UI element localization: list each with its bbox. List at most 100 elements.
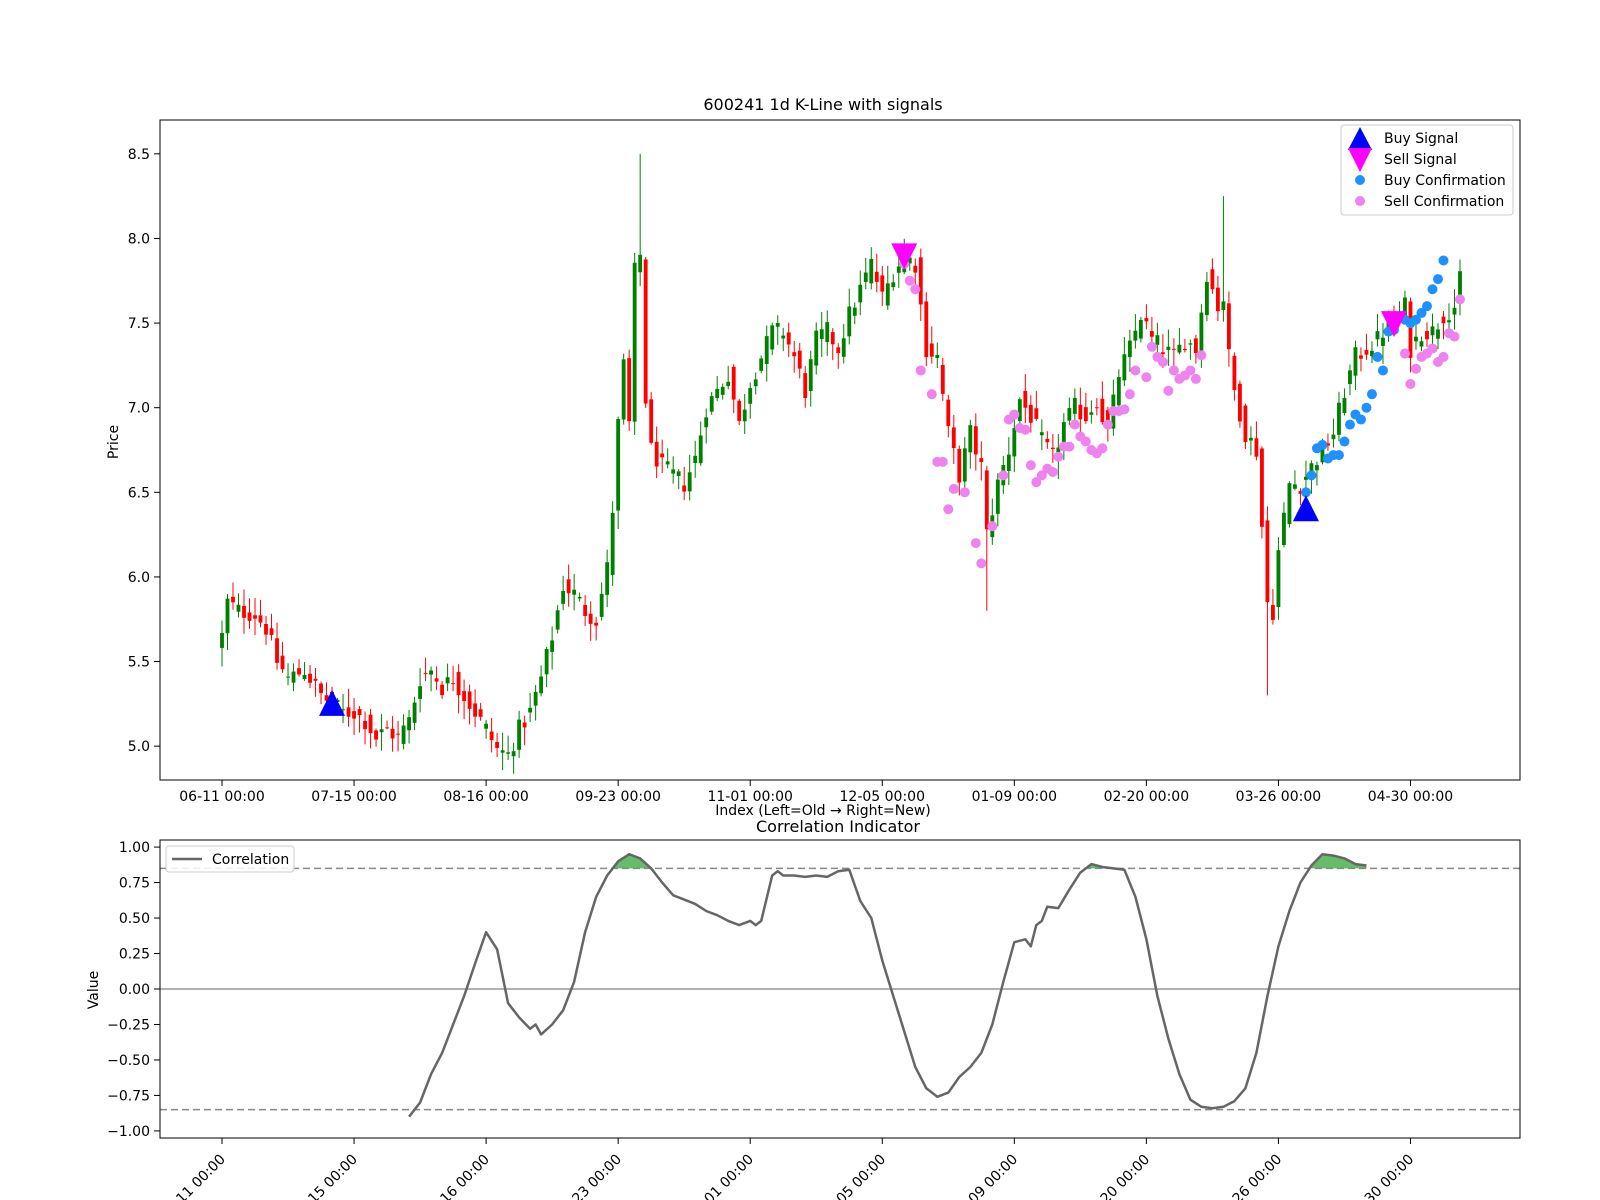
- candle-body: [429, 670, 434, 675]
- candle: [1293, 470, 1297, 491]
- candle-body: [1337, 402, 1341, 435]
- sell-confirmation-point: [1069, 419, 1080, 430]
- candle-body: [1089, 412, 1094, 415]
- candle-body: [456, 671, 461, 696]
- candle-body: [808, 359, 813, 392]
- candle-body: [1045, 438, 1050, 443]
- candle: [660, 439, 665, 474]
- candle-body: [302, 675, 307, 680]
- buy-confirmation-point: [1306, 470, 1317, 481]
- correlation-series: [408, 852, 1367, 1118]
- candle: [682, 466, 687, 501]
- correlation-title: Correlation Indicator: [756, 817, 920, 836]
- candle: [280, 642, 285, 673]
- y-tick-label: 0.50: [119, 911, 150, 927]
- candle: [649, 392, 654, 445]
- candle-body: [1276, 550, 1281, 608]
- candle: [506, 735, 511, 761]
- sell-confirmation-point: [1427, 343, 1438, 354]
- buy-confirmation-point: [1366, 389, 1377, 400]
- candle-body: [418, 686, 423, 699]
- candle: [341, 693, 345, 724]
- candle-body: [451, 683, 456, 685]
- candle: [1226, 291, 1231, 367]
- candle: [1414, 324, 1418, 350]
- candle-body: [1265, 520, 1270, 603]
- candle-body: [594, 622, 599, 626]
- candle: [726, 365, 731, 390]
- candle-body: [599, 593, 604, 617]
- buy-confirmation-point: [1427, 284, 1438, 295]
- legend-label-sell-signal: Sell Signal: [1384, 152, 1457, 168]
- candle-body: [1452, 307, 1457, 315]
- candle-body: [1248, 437, 1253, 441]
- candle: [566, 564, 571, 607]
- sell-confirmation-point: [1047, 467, 1058, 477]
- candle: [924, 292, 929, 367]
- candle-body: [489, 731, 494, 741]
- sell-confirmation-point: [1157, 357, 1168, 367]
- candle: [286, 663, 290, 686]
- candle-body: [1050, 447, 1055, 450]
- candle: [599, 582, 604, 621]
- candle-body: [1023, 390, 1028, 408]
- sell-confirmation-point: [948, 483, 959, 494]
- candle: [594, 616, 599, 641]
- sell-confirmation-point: [1455, 294, 1465, 305]
- buy-confirmation-point: [1317, 439, 1328, 450]
- candle-body: [588, 613, 593, 624]
- candle-body: [522, 722, 527, 728]
- candle: [638, 153, 643, 287]
- candle-body: [286, 676, 290, 678]
- candle-body: [1133, 330, 1138, 341]
- candle: [880, 265, 885, 306]
- candle-body: [885, 283, 890, 306]
- candle: [440, 680, 445, 699]
- candle: [220, 620, 224, 667]
- candle: [709, 391, 714, 415]
- candle-body: [390, 728, 395, 739]
- candle: [1045, 431, 1050, 449]
- signals: [319, 243, 1407, 716]
- y-tick-label: 0.25: [119, 947, 150, 963]
- candle-body: [748, 388, 753, 404]
- candle-body: [863, 272, 868, 282]
- candle-body: [649, 399, 654, 443]
- candle: [1072, 388, 1077, 424]
- candle-body: [1094, 407, 1099, 409]
- sell-confirmation-point: [959, 487, 970, 498]
- candle-body: [544, 648, 549, 675]
- x-tick-label: 11-01 00:00: [707, 789, 792, 805]
- candle-body: [539, 676, 544, 694]
- candle: [1221, 196, 1226, 322]
- candle-body: [445, 677, 450, 684]
- buy-confirmation-point: [1421, 301, 1432, 312]
- candle: [1138, 316, 1143, 343]
- candle: [456, 664, 461, 714]
- candle: [1254, 421, 1259, 461]
- x-tick-label: 12-05 00:00: [817, 1152, 889, 1200]
- candle: [1419, 336, 1424, 352]
- candle-body: [1293, 484, 1297, 489]
- sell-confirmation-point: [915, 365, 926, 376]
- candle-body: [1061, 422, 1066, 444]
- candle-body: [269, 628, 274, 636]
- sell-signal-marker: [891, 243, 918, 270]
- x-tick-label: 03-26 00:00: [1213, 1152, 1285, 1200]
- candle-body: [1155, 335, 1160, 345]
- candle: [1425, 322, 1429, 347]
- legend-label-sell-confirmation: Sell Confirmation: [1384, 194, 1504, 210]
- candle: [407, 710, 412, 744]
- candle: [753, 372, 758, 395]
- candle-body: [1138, 319, 1143, 339]
- candle: [1331, 418, 1336, 448]
- candle-body: [396, 733, 400, 735]
- candle-body: [533, 691, 538, 706]
- candle-body: [236, 604, 241, 612]
- x-tick-label: 06-11 00:00: [179, 789, 264, 805]
- candle-body: [1034, 408, 1039, 419]
- sell-confirmation-point: [1025, 460, 1036, 471]
- candle: [346, 688, 351, 727]
- candle-body: [1193, 338, 1198, 354]
- candle: [715, 376, 720, 402]
